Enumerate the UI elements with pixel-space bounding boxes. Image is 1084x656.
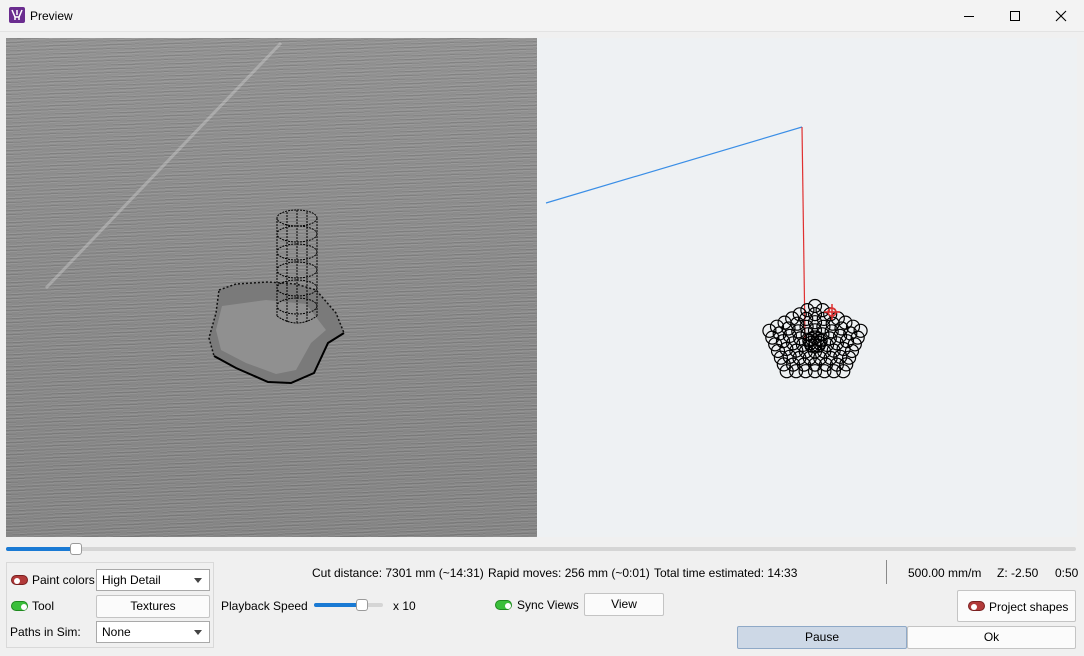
simulation-progress-thumb[interactable] [69, 543, 82, 555]
paint-colors-label: Paint colors [32, 573, 95, 587]
playback-multiplier: x 10 [393, 599, 416, 613]
playback-speed-label: Playback Speed [221, 599, 308, 613]
simulation-3d-view[interactable] [6, 38, 537, 537]
pause-button[interactable]: Pause [737, 626, 907, 649]
simulation-progress-slider[interactable] [6, 547, 1076, 551]
paths-in-sim-value: None [102, 625, 131, 639]
toolpath-circle [807, 323, 823, 338]
title-bar: Preview [0, 0, 1084, 32]
toolpath-circle [807, 298, 823, 314]
sync-views-label: Sync Views [517, 598, 579, 612]
paint-colors-select[interactable]: High Detail [96, 569, 210, 591]
toolpath-circle [800, 303, 815, 318]
sync-views-toggle[interactable] [495, 600, 512, 610]
toolpath-circle [815, 303, 830, 318]
playback-speed-thumb[interactable] [356, 599, 369, 611]
rapid-move-path [545, 126, 803, 204]
tool-position-marker-icon [824, 304, 840, 320]
tool-label: Tool [32, 599, 55, 613]
playback-speed-fill [314, 603, 363, 607]
project-shapes-toggle[interactable] [968, 601, 985, 611]
stats-divider [886, 560, 887, 584]
chevron-down-icon [194, 578, 202, 583]
view-button[interactable]: View [584, 593, 664, 616]
total-time-text: Total time estimated: 14:33 [654, 566, 798, 580]
ok-button[interactable]: Ok [907, 626, 1076, 649]
window-title: Preview [30, 9, 73, 23]
chevron-down-icon [194, 630, 202, 635]
toolpath-view[interactable] [537, 38, 1077, 537]
z-position-text: Z: -2.50 [997, 566, 1039, 580]
toolpath-spiral [762, 298, 868, 379]
textures-button[interactable]: Textures [96, 595, 210, 618]
project-shapes-button[interactable]: Project shapes [957, 590, 1076, 622]
cut-distance-text: Cut distance: 7301 mm (~14:31) [312, 566, 484, 580]
maximize-icon [1010, 11, 1020, 21]
app-logo-icon [9, 7, 25, 23]
paths-in-sim-label: Paths in Sim: [10, 625, 81, 639]
maximize-button[interactable] [992, 0, 1038, 32]
display-options-panel: Paint colors High Detail Tool Textures P… [6, 562, 214, 648]
paint-colors-value: High Detail [102, 573, 161, 587]
paths-in-sim-select[interactable]: None [96, 621, 210, 643]
project-shapes-label: Project shapes [989, 600, 1069, 614]
close-button[interactable] [1038, 0, 1084, 32]
feed-rate-text: 500.00 mm/m [908, 566, 982, 580]
rapid-moves-text: Rapid moves: 256 mm (~0:01) [488, 566, 650, 580]
minimize-button[interactable] [946, 0, 992, 32]
close-icon [1055, 10, 1067, 22]
paint-colors-toggle[interactable] [11, 575, 28, 585]
playback-speed-slider[interactable] [314, 603, 383, 607]
elapsed-time-text: 0:50 [1055, 566, 1079, 580]
simulation-progress-fill [6, 547, 76, 551]
minimize-icon [964, 16, 974, 17]
tool-toggle[interactable] [11, 601, 28, 611]
